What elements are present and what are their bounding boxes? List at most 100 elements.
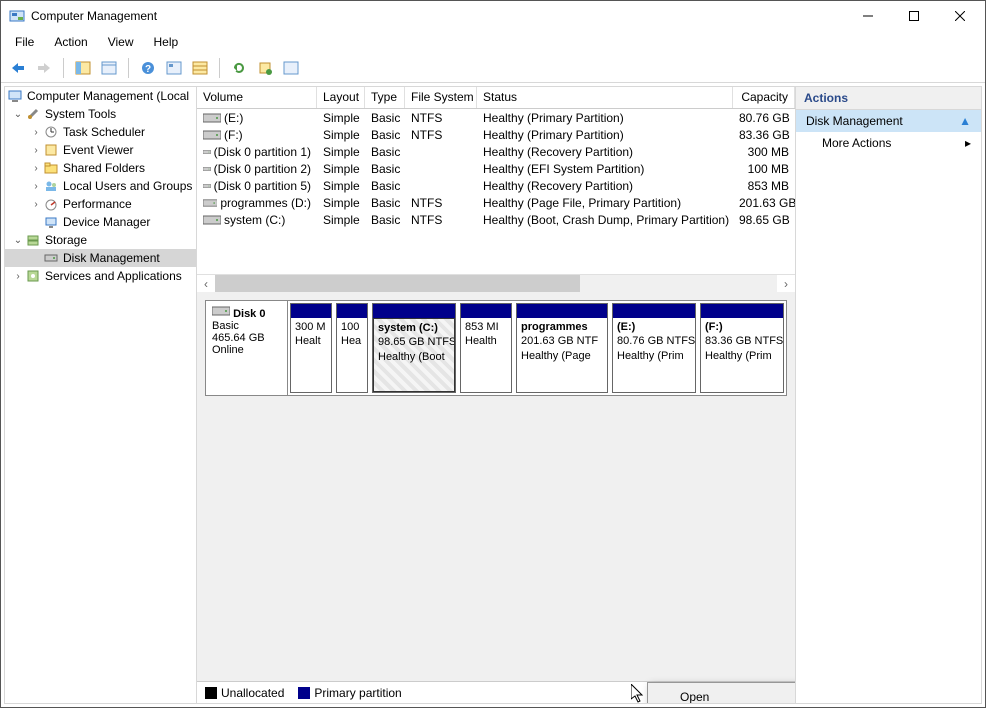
storage-icon <box>25 232 41 248</box>
col-type[interactable]: Type <box>365 87 405 108</box>
menu-action[interactable]: Action <box>46 33 95 51</box>
help-button[interactable]: ? <box>137 57 159 79</box>
volume-name: (F:) <box>224 128 243 142</box>
volume-row[interactable]: programmes (D:)SimpleBasicNTFSHealthy (P… <box>197 194 795 211</box>
volume-name: (E:) <box>224 111 243 125</box>
chevron-right-icon[interactable]: › <box>29 145 43 156</box>
partitions-container: 300 MHealt100Heasystem (C:)98.65 GB NTFS… <box>288 301 786 395</box>
computer-icon <box>7 88 23 104</box>
volume-row[interactable]: (Disk 0 partition 2)SimpleBasicHealthy (… <box>197 160 795 177</box>
tree-performance[interactable]: ›Performance <box>5 195 196 213</box>
tree-shared-folders[interactable]: ›Shared Folders <box>5 159 196 177</box>
volume-status: Healthy (Boot, Crash Dump, Primary Parti… <box>477 213 733 227</box>
scroll-thumb[interactable] <box>215 275 580 292</box>
action-more-actions[interactable]: More Actions ▸ <box>796 132 981 154</box>
tree-device-manager[interactable]: Device Manager <box>5 213 196 231</box>
chevron-right-icon[interactable]: › <box>29 199 43 210</box>
svg-text:?: ? <box>145 64 151 75</box>
disk-row[interactable]: Disk 0 Basic 465.64 GB Online 300 MHealt… <box>205 300 787 396</box>
refresh-button[interactable] <box>228 57 250 79</box>
partition-block[interactable]: (F:)83.36 GB NTFSHealthy (Prim <box>700 303 784 393</box>
volume-type: Basic <box>365 145 405 159</box>
menu-file[interactable]: File <box>7 33 42 51</box>
col-volume[interactable]: Volume <box>197 87 317 108</box>
tree-root[interactable]: Computer Management (Local <box>5 87 196 105</box>
volume-status: Healthy (Primary Partition) <box>477 111 733 125</box>
tree-disk-management[interactable]: Disk Management <box>5 249 196 267</box>
partition-block[interactable]: 300 MHealt <box>290 303 332 393</box>
action-disk-management[interactable]: Disk Management ▲ <box>796 110 981 132</box>
tree-services-apps[interactable]: › Services and Applications <box>5 267 196 285</box>
partition-block[interactable]: 100Hea <box>336 303 368 393</box>
volume-capacity: 853 MB <box>733 179 795 193</box>
tree-label: Task Scheduler <box>63 125 145 139</box>
volume-capacity: 300 MB <box>733 145 795 159</box>
menu-view[interactable]: View <box>100 33 142 51</box>
volume-row[interactable]: system (C:)SimpleBasicNTFSHealthy (Boot,… <box>197 211 795 228</box>
col-capacity[interactable]: Capacity <box>733 87 795 108</box>
chevron-down-icon[interactable]: ⌄ <box>11 109 25 120</box>
tree-task-scheduler[interactable]: › Task Scheduler <box>5 123 196 141</box>
volume-type: Basic <box>365 128 405 142</box>
scroll-right-icon[interactable]: › <box>777 275 795 292</box>
tree-storage[interactable]: ⌄Storage <box>5 231 196 249</box>
legend-primary: Primary partition <box>298 686 401 700</box>
chevron-right-icon[interactable]: › <box>11 271 25 282</box>
chevron-right-icon[interactable]: › <box>29 127 43 138</box>
settings-view-button[interactable] <box>163 57 185 79</box>
chevron-right-icon[interactable]: › <box>29 181 43 192</box>
tree-system-tools[interactable]: ⌄ System Tools <box>5 105 196 123</box>
col-layout[interactable]: Layout <box>317 87 365 108</box>
menu-help[interactable]: Help <box>146 33 187 51</box>
col-status[interactable]: Status <box>477 87 733 108</box>
tree-event-viewer[interactable]: ›Event Viewer <box>5 141 196 159</box>
maximize-button[interactable] <box>891 1 937 31</box>
actions-header: Actions <box>796 87 981 110</box>
chevron-down-icon[interactable]: ⌄ <box>11 235 25 246</box>
legend-unallocated: Unallocated <box>205 686 284 700</box>
volume-fs: NTFS <box>405 196 477 210</box>
scroll-left-icon[interactable]: ‹ <box>197 275 215 292</box>
show-hide-tree-button[interactable] <box>72 57 94 79</box>
volume-row[interactable]: (E:)SimpleBasicNTFSHealthy (Primary Part… <box>197 109 795 126</box>
close-button[interactable] <box>937 1 983 31</box>
rescan-button[interactable] <box>254 57 276 79</box>
disk-status: Online <box>212 344 244 356</box>
volume-type: Basic <box>365 162 405 176</box>
tree-label: System Tools <box>45 107 116 121</box>
forward-button[interactable] <box>33 57 55 79</box>
volume-capacity: 83.36 GB <box>733 128 795 142</box>
back-button[interactable] <box>7 57 29 79</box>
partition-block[interactable]: (E:)80.76 GB NTFSHealthy (Prim <box>612 303 696 393</box>
horizontal-scrollbar[interactable]: ‹ › <box>197 274 795 292</box>
tree-local-users[interactable]: ›Local Users and Groups <box>5 177 196 195</box>
volume-row[interactable]: (Disk 0 partition 1)SimpleBasicHealthy (… <box>197 143 795 160</box>
volume-name: system (C:) <box>224 213 285 227</box>
scroll-track[interactable] <box>215 275 777 292</box>
menu-item[interactable]: Open <box>650 685 795 703</box>
minimize-button[interactable] <box>845 1 891 31</box>
chevron-right-icon[interactable]: › <box>29 163 43 174</box>
collapse-icon[interactable]: ▲ <box>959 114 971 128</box>
col-filesystem[interactable]: File System <box>405 87 477 108</box>
detach-button[interactable] <box>280 57 302 79</box>
navigation-tree[interactable]: Computer Management (Local ⌄ System Tool… <box>5 87 197 703</box>
folder-shared-icon <box>43 160 59 176</box>
volume-name: (Disk 0 partition 5) <box>214 179 311 193</box>
volume-layout: Simple <box>317 145 365 159</box>
volume-row[interactable]: (F:)SimpleBasicNTFSHealthy (Primary Part… <box>197 126 795 143</box>
actions-pane: Actions Disk Management ▲ More Actions ▸ <box>795 87 981 703</box>
window-title: Computer Management <box>31 9 845 23</box>
partition-block[interactable]: system (C:)98.65 GB NTFSHealthy (Boot <box>372 303 456 393</box>
list-view-button[interactable] <box>189 57 211 79</box>
properties-button[interactable] <box>98 57 120 79</box>
partition-block[interactable]: 853 MIHealth <box>460 303 512 393</box>
tree-label: Services and Applications <box>45 269 182 283</box>
volume-icon <box>203 163 211 175</box>
volume-layout: Simple <box>317 179 365 193</box>
volume-fs: NTFS <box>405 213 477 227</box>
volume-list[interactable]: (E:)SimpleBasicNTFSHealthy (Primary Part… <box>197 109 795 274</box>
volume-name: (Disk 0 partition 1) <box>214 145 311 159</box>
partition-block[interactable]: programmes201.63 GB NTFHealthy (Page <box>516 303 608 393</box>
volume-row[interactable]: (Disk 0 partition 5)SimpleBasicHealthy (… <box>197 177 795 194</box>
